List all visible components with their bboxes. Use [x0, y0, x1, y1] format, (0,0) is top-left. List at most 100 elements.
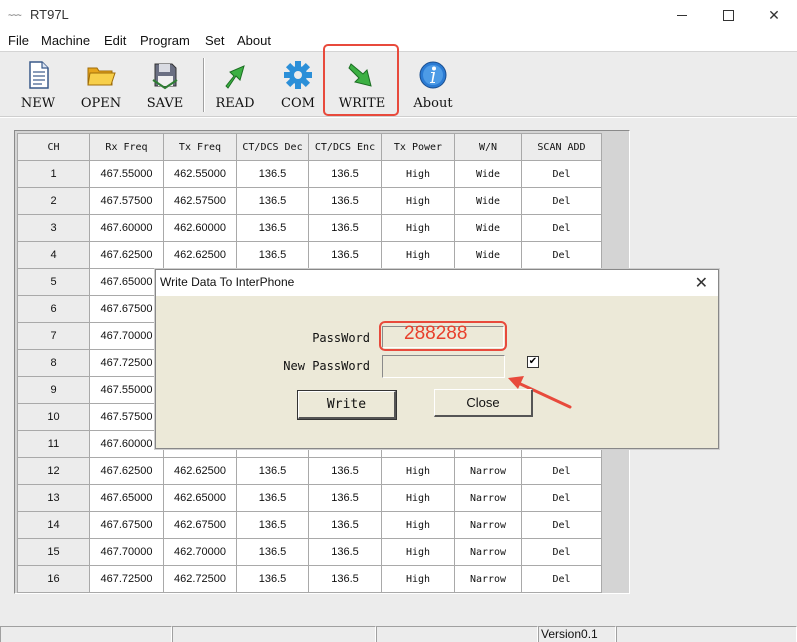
table-cell[interactable]: 467.65000	[89, 484, 164, 512]
channel-number-cell[interactable]: 8	[17, 349, 90, 377]
table-cell[interactable]: 467.55000	[89, 160, 164, 188]
table-row[interactable]: 16 467.72500 462.72500 136.5 136.5 High Narrow…	[17, 565, 602, 593]
table-cell[interactable]: High	[381, 484, 455, 512]
table-cell[interactable]: Narrow	[454, 538, 522, 566]
table-cell[interactable]: Del	[521, 565, 602, 593]
table-cell[interactable]: 462.62500	[163, 457, 237, 485]
table-cell[interactable]: 467.72500	[89, 349, 164, 377]
table-cell[interactable]: Del	[521, 214, 602, 242]
table-cell[interactable]: Narrow	[454, 511, 522, 539]
channel-number-cell[interactable]: 4	[17, 241, 90, 269]
maximize-button[interactable]	[705, 0, 751, 30]
com-button[interactable]: COM	[268, 56, 328, 114]
table-cell[interactable]: 462.67500	[163, 511, 237, 539]
channel-number-cell[interactable]: 11	[17, 430, 90, 458]
table-cell[interactable]: 136.5	[236, 484, 309, 512]
channel-number-cell[interactable]: 13	[17, 484, 90, 512]
table-cell[interactable]: 462.72500	[163, 565, 237, 593]
channel-number-cell[interactable]: 10	[17, 403, 90, 431]
table-cell[interactable]: Del	[521, 538, 602, 566]
channel-number-cell[interactable]: 3	[17, 214, 90, 242]
channel-number-cell[interactable]: 2	[17, 187, 90, 215]
write-dialog-button[interactable]: Write	[297, 390, 397, 420]
table-cell[interactable]: 467.57500	[89, 403, 164, 431]
table-cell[interactable]: 467.60000	[89, 214, 164, 242]
table-cell[interactable]: 136.5	[308, 538, 382, 566]
column-header[interactable]: Tx Power	[381, 133, 455, 161]
table-cell[interactable]: 462.60000	[163, 214, 237, 242]
about-button[interactable]: About	[403, 56, 463, 114]
table-cell[interactable]: 136.5	[308, 187, 382, 215]
channel-number-cell[interactable]: 16	[17, 565, 90, 593]
menu-machine[interactable]: Machine	[41, 33, 90, 48]
table-row[interactable]: 3 467.60000 462.60000 136.5 136.5 High Wide Del	[17, 214, 602, 242]
table-cell[interactable]: 136.5	[236, 241, 309, 269]
table-cell[interactable]: 467.70000	[89, 538, 164, 566]
table-cell[interactable]: High	[381, 511, 455, 539]
table-cell[interactable]: 467.55000	[89, 376, 164, 404]
column-header[interactable]: W/N	[454, 133, 522, 161]
column-header[interactable]: CT/DCS Enc	[308, 133, 382, 161]
table-cell[interactable]: Narrow	[454, 565, 522, 593]
table-cell[interactable]: 136.5	[308, 484, 382, 512]
menu-file[interactable]: File	[8, 33, 29, 48]
table-cell[interactable]: Narrow	[454, 484, 522, 512]
table-cell[interactable]: 467.72500	[89, 565, 164, 593]
table-cell[interactable]: 467.60000	[89, 430, 164, 458]
new-password-checkbox[interactable]: ✔	[527, 356, 539, 368]
new-button[interactable]: NEW	[8, 56, 68, 114]
table-cell[interactable]: 467.67500	[89, 511, 164, 539]
table-cell[interactable]: 136.5	[236, 214, 309, 242]
read-button[interactable]: READ	[205, 56, 265, 114]
table-cell[interactable]: Narrow	[454, 457, 522, 485]
table-row[interactable]: 12 467.62500 462.62500 136.5 136.5 High Narrow…	[17, 457, 602, 485]
table-cell[interactable]: Wide	[454, 187, 522, 215]
table-cell[interactable]: 136.5	[308, 241, 382, 269]
table-cell[interactable]: Wide	[454, 241, 522, 269]
table-cell[interactable]: Del	[521, 160, 602, 188]
table-cell[interactable]: 136.5	[308, 160, 382, 188]
table-cell[interactable]: 462.55000	[163, 160, 237, 188]
table-cell[interactable]: High	[381, 160, 455, 188]
table-cell[interactable]: 467.62500	[89, 457, 164, 485]
menu-edit[interactable]: Edit	[104, 33, 126, 48]
table-cell[interactable]: High	[381, 565, 455, 593]
table-cell[interactable]: Del	[521, 511, 602, 539]
dialog-close-icon[interactable]: ✕	[695, 273, 708, 293]
table-cell[interactable]: 136.5	[236, 538, 309, 566]
table-cell[interactable]: 136.5	[236, 565, 309, 593]
column-header[interactable]: Tx Freq	[163, 133, 237, 161]
table-cell[interactable]: 467.67500	[89, 295, 164, 323]
column-header[interactable]: Rx Freq	[89, 133, 164, 161]
table-cell[interactable]: 136.5	[236, 160, 309, 188]
channel-number-cell[interactable]: 14	[17, 511, 90, 539]
table-cell[interactable]: High	[381, 241, 455, 269]
menu-set[interactable]: Set	[205, 33, 225, 48]
column-header[interactable]: CH	[17, 133, 90, 161]
table-cell[interactable]: 136.5	[236, 187, 309, 215]
channel-number-cell[interactable]: 5	[17, 268, 90, 296]
channel-number-cell[interactable]: 6	[17, 295, 90, 323]
channel-number-cell[interactable]: 1	[17, 160, 90, 188]
table-row[interactable]: 4 467.62500 462.62500 136.5 136.5 High Wide Del	[17, 241, 602, 269]
table-cell[interactable]: 462.57500	[163, 187, 237, 215]
table-cell[interactable]: High	[381, 187, 455, 215]
column-header[interactable]: SCAN ADD	[521, 133, 602, 161]
table-cell[interactable]: 136.5	[236, 457, 309, 485]
close-window-button[interactable]: ✕	[751, 0, 797, 30]
table-row[interactable]: 1 467.55000 462.55000 136.5 136.5 High Wide Del	[17, 160, 602, 188]
table-cell[interactable]: High	[381, 457, 455, 485]
table-row[interactable]: 13 467.65000 462.65000 136.5 136.5 High Narrow…	[17, 484, 602, 512]
table-cell[interactable]: Del	[521, 484, 602, 512]
table-cell[interactable]: Wide	[454, 160, 522, 188]
channel-number-cell[interactable]: 15	[17, 538, 90, 566]
close-dialog-button[interactable]: Close	[434, 389, 533, 417]
table-cell[interactable]: Del	[521, 457, 602, 485]
table-cell[interactable]: 462.70000	[163, 538, 237, 566]
table-cell[interactable]: 467.62500	[89, 241, 164, 269]
table-cell[interactable]: Wide	[454, 214, 522, 242]
open-button[interactable]: OPEN	[71, 56, 131, 114]
channel-number-cell[interactable]: 12	[17, 457, 90, 485]
table-cell[interactable]: 136.5	[236, 511, 309, 539]
table-row[interactable]: 15 467.70000 462.70000 136.5 136.5 High Narrow…	[17, 538, 602, 566]
